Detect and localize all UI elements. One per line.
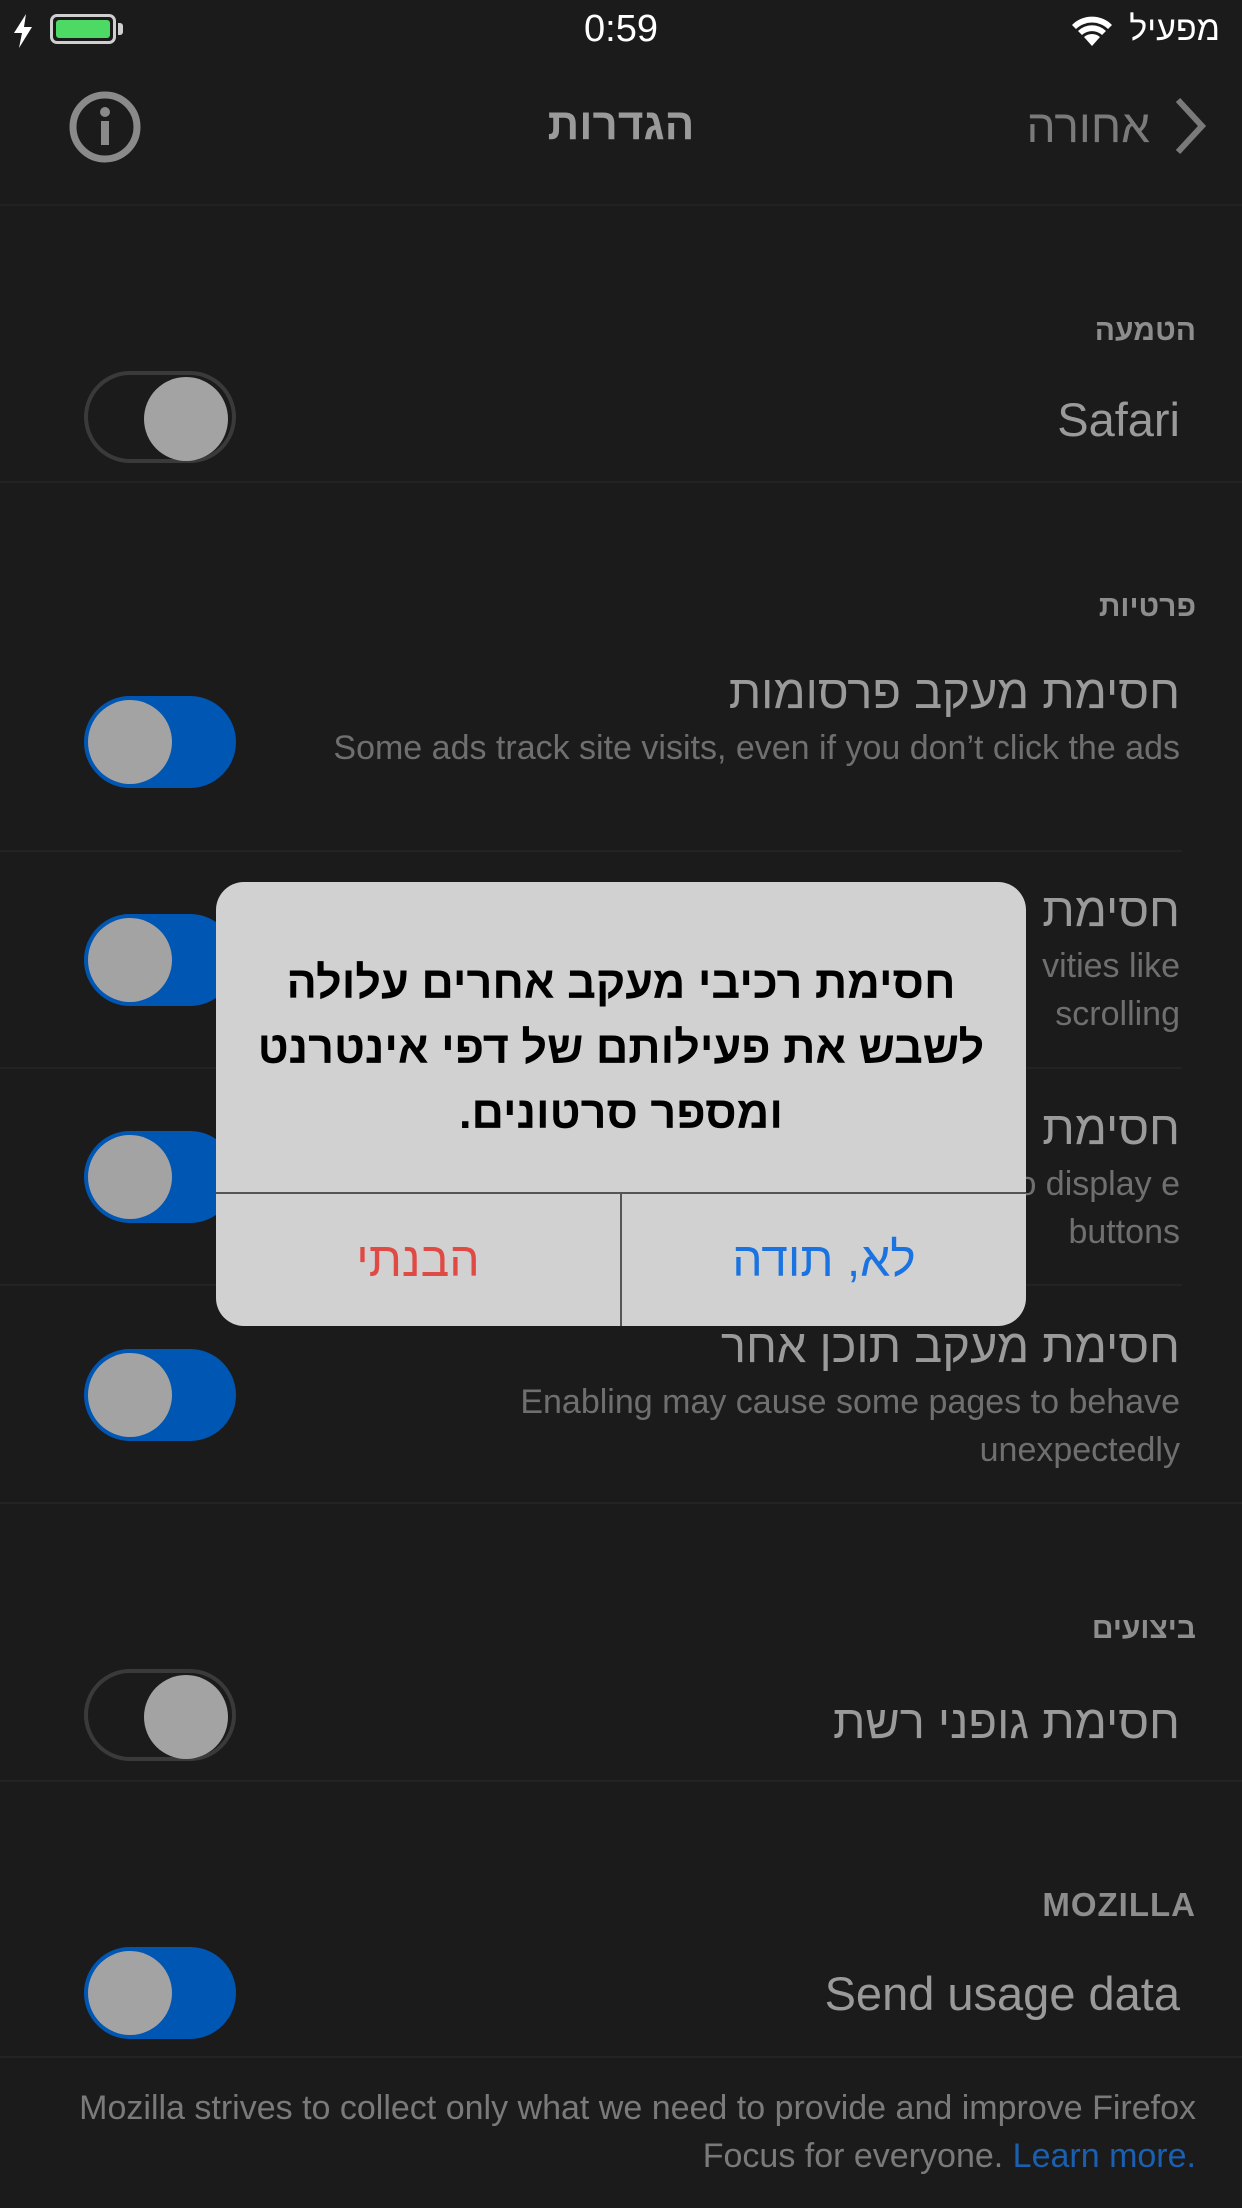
wifi-icon [1072, 16, 1112, 46]
row-title-ad-tracking: חסימת מעקב פרסומות [728, 665, 1180, 718]
back-button[interactable]: אחורה [1027, 96, 1208, 156]
divider [0, 850, 1182, 852]
alert-message: חסימת רכיבי מעקב אחרים עלולה לשבש את פעי… [257, 957, 985, 1138]
divider [0, 481, 1242, 483]
row-title-safari: Safari [1057, 393, 1180, 446]
toggle-analytics-tracking[interactable] [84, 914, 236, 1006]
row-subtitle-ad-tracking: Some ads track site visits, even if you … [333, 729, 1180, 767]
toggle-social-tracking[interactable] [84, 1131, 236, 1223]
learn-more-link[interactable]: Learn more. [1013, 2137, 1196, 2175]
nav-divider [0, 204, 1242, 206]
row-subtitle-other-content-tracking: Enabling may cause some pages to behave … [520, 1383, 1180, 1469]
toggle-other-content-tracking[interactable] [84, 1349, 236, 1441]
status-time: 0:59 [584, 8, 658, 50]
divider [0, 2056, 1242, 2058]
toggle-send-usage-data[interactable] [84, 1947, 236, 2039]
row-title-block-web-fonts: חסימת גופני רשת [832, 1695, 1180, 1748]
row-title-other-content-tracking: חסימת מעקב תוכן אחר [720, 1319, 1180, 1372]
toggle-block-web-fonts[interactable] [84, 1669, 236, 1761]
alert-ok-button[interactable]: הבנתי [216, 1194, 620, 1326]
back-label: אחורה [1026, 100, 1150, 152]
toggle-ad-tracking[interactable] [84, 696, 236, 788]
carrier-name: מפעיל [1129, 10, 1220, 48]
alert-dialog: חסימת רכיבי מעקב אחרים עלולה לשבש את פעי… [216, 882, 1026, 1326]
chevron-right-icon [1175, 97, 1207, 155]
divider [0, 1780, 1242, 1782]
section-header-performance: ביצועים [1091, 1612, 1196, 1645]
section-header-integration: הטמעה [1094, 314, 1196, 347]
footer-text: Mozilla strives to collect only what we … [46, 2084, 1196, 2180]
divider [0, 1502, 1242, 1504]
row-title-send-usage-data: Send usage data [824, 1967, 1180, 2020]
toggle-safari[interactable] [84, 371, 236, 463]
section-header-privacy: פרטיות [1098, 590, 1196, 623]
section-header-mozilla: MOZILLA [1042, 1886, 1196, 1923]
status-bar: 0:59 מפעיל [0, 0, 1242, 62]
alert-no-thanks-button[interactable]: לא, תודה [622, 1194, 1026, 1326]
